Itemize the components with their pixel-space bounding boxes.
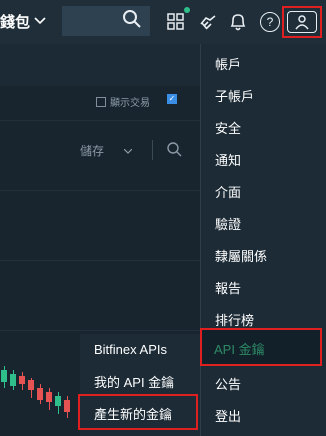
- menu-item-interface[interactable]: 介面: [215, 182, 241, 201]
- chevron-down-icon: [34, 14, 46, 28]
- menu-item-reports[interactable]: 報告: [215, 278, 241, 297]
- show-trades-checkbox-checked[interactable]: ✓: [167, 94, 181, 104]
- menu-item-subaccounts[interactable]: 子帳戶: [215, 86, 254, 105]
- notification-dot: [184, 7, 190, 13]
- save-label: 儲存: [80, 144, 105, 158]
- api-keys-label: API 金鑰: [214, 342, 265, 357]
- grid-line: [0, 190, 200, 191]
- divider: [152, 140, 153, 160]
- submenu-item-bitfinex-apis[interactable]: Bitfinex APIs: [94, 342, 167, 357]
- menu-item-affiliates[interactable]: 隸屬關係: [215, 246, 267, 265]
- checkbox-checked[interactable]: ✓: [167, 94, 177, 104]
- menu-item-leaderboard[interactable]: 排行榜: [215, 310, 254, 329]
- apps-grid-icon[interactable]: [164, 7, 190, 34]
- grid-line: [0, 120, 200, 121]
- help-icon[interactable]: ?: [258, 10, 282, 34]
- search-icon[interactable]: [122, 9, 142, 34]
- wallet-menu[interactable]: 錢包: [0, 10, 46, 32]
- show-trades-checkbox-empty[interactable]: 顯示交易: [96, 94, 150, 109]
- create-new-key-highlight: [78, 394, 198, 430]
- grid-line: [0, 260, 200, 261]
- chevron-down-icon: [123, 146, 133, 156]
- show-trades-label: 顯示交易: [110, 98, 150, 109]
- grid-line: [0, 330, 200, 331]
- wallet-label: 錢包: [0, 13, 31, 31]
- menu-item-verification[interactable]: 驗證: [215, 214, 241, 233]
- menu-item-announcements[interactable]: 公告: [215, 374, 241, 393]
- menu-item-security[interactable]: 安全: [215, 118, 241, 137]
- save-dropdown[interactable]: 儲存: [80, 142, 133, 159]
- account-button[interactable]: [282, 6, 322, 38]
- menu-item-account[interactable]: 帳戶: [215, 54, 241, 73]
- submenu-item-my-api-keys[interactable]: 我的 API 金鑰: [94, 372, 174, 391]
- menu-item-logout[interactable]: 登出: [215, 406, 241, 425]
- panel-header: [0, 44, 200, 87]
- handshake-icon[interactable]: [196, 10, 220, 34]
- bell-icon[interactable]: [226, 10, 250, 34]
- menu-item-api-keys[interactable]: API 金鑰: [200, 328, 322, 366]
- zoom-icon[interactable]: [166, 141, 182, 160]
- top-bar: 錢包 ?: [0, 0, 326, 44]
- menu-item-notifications[interactable]: 通知: [215, 150, 241, 169]
- account-dropdown-menu: 帳戶 子帳戶 安全 通知 介面 驗證 隸屬關係 報告 排行榜 公告 登出: [200, 44, 326, 436]
- user-icon: [287, 11, 317, 33]
- checkbox[interactable]: [96, 96, 106, 107]
- search-input[interactable]: [62, 6, 150, 36]
